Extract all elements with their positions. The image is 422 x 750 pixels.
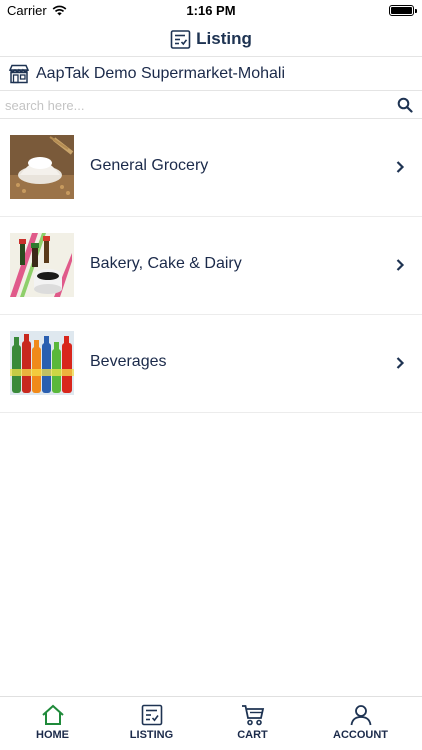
store-name: AapTak Demo Supermarket-Mohali	[36, 64, 285, 82]
cart-icon	[241, 705, 264, 726]
tab-label: HOME	[36, 729, 69, 741]
page-header: Listing	[0, 22, 422, 56]
category-item-general-grocery[interactable]: General Grocery	[0, 119, 422, 217]
category-item-bakery-cake-dairy[interactable]: Bakery, Cake & Dairy	[0, 217, 422, 315]
listing-icon	[141, 704, 162, 726]
tab-label: LISTING	[129, 729, 174, 741]
search-icon[interactable]	[397, 97, 413, 113]
store-selector[interactable]: AapTak Demo Supermarket-Mohali	[0, 57, 422, 90]
chevron-right-icon	[396, 357, 405, 369]
search-input[interactable]	[5, 95, 385, 115]
category-label: Bakery, Cake & Dairy	[90, 255, 242, 272]
listing-icon	[170, 29, 191, 49]
user-icon	[350, 705, 371, 726]
status-time: 1:16 PM	[186, 3, 236, 18]
category-label: General Grocery	[90, 157, 209, 174]
chevron-right-icon	[396, 259, 405, 271]
bottom-tab-bar: HOME LISTING CART ACCOUNT	[0, 696, 422, 750]
home-icon	[41, 704, 64, 725]
battery-icon	[389, 5, 417, 16]
tab-home[interactable]: HOME	[0, 697, 105, 750]
category-label: Beverages	[90, 353, 167, 370]
status-bar: Carrier 1:16 PM	[0, 0, 422, 22]
tab-listing[interactable]: LISTING	[99, 697, 204, 750]
page-title: Listing	[196, 29, 252, 48]
general-grocery-image	[10, 135, 74, 199]
bakery-cake-dairy-image	[10, 233, 74, 297]
store-icon	[8, 64, 30, 83]
chevron-right-icon	[396, 161, 405, 173]
tab-account[interactable]: ACCOUNT	[308, 697, 413, 750]
tab-label: CART	[237, 729, 268, 741]
tab-label: ACCOUNT	[333, 729, 388, 741]
search-bar	[0, 90, 422, 119]
category-list: General Grocery Bakery, Cake & Dairy Bev…	[0, 119, 422, 413]
category-item-beverages[interactable]: Beverages	[0, 315, 422, 413]
tab-cart[interactable]: CART	[200, 697, 305, 750]
beverages-image	[10, 331, 74, 395]
